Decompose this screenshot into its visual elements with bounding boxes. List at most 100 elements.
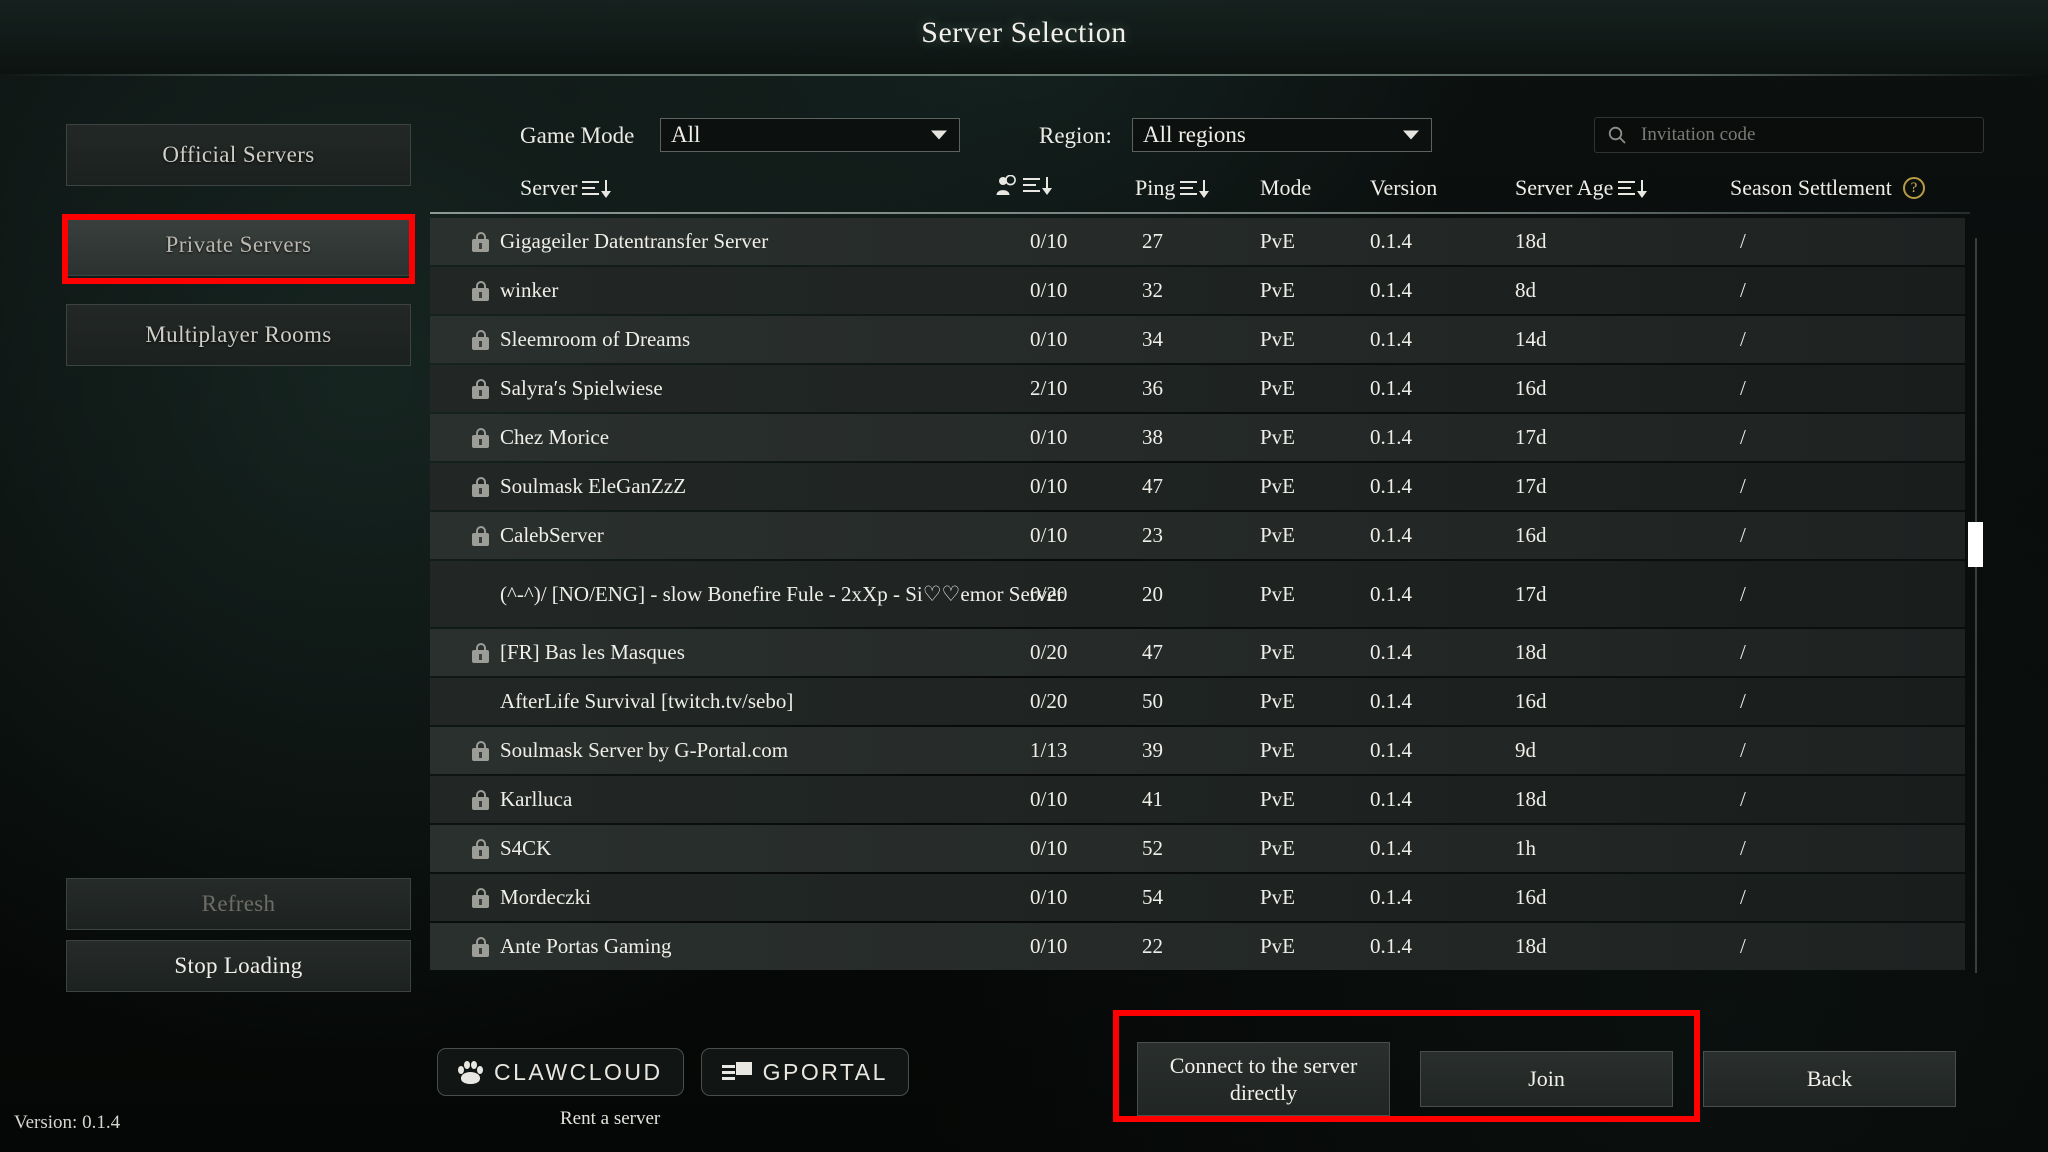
ping-cell: 36 — [1142, 376, 1163, 400]
refresh-button-label: Refresh — [201, 891, 276, 916]
ping-cell: 38 — [1142, 425, 1163, 449]
table-row[interactable]: Salyraʹs Spielwiese 2/10 36 PvE 0.1.4 16d / — [430, 365, 1965, 412]
column-header-server[interactable]: Server — [520, 175, 612, 201]
game-mode-label: Game Mode — [520, 123, 635, 148]
table-row[interactable]: Chez Morice 0/10 38 PvE 0.1.4 17d / — [430, 414, 1965, 461]
ping-cell: 50 — [1142, 689, 1163, 713]
season-cell: / — [1740, 523, 1746, 547]
server-age-cell: 16d — [1515, 376, 1547, 400]
table-row[interactable]: Karlluca 0/10 41 PvE 0.1.4 18d / — [430, 776, 1965, 823]
lock-icon — [472, 280, 489, 301]
season-cell: / — [1740, 376, 1746, 400]
sidebar-item-multiplayer-rooms[interactable]: Multiplayer Rooms — [66, 304, 411, 366]
help-icon[interactable]: ? — [1902, 177, 1925, 199]
server-name-cell: S4CK — [500, 836, 552, 861]
sidebar-item-label: Official Servers — [162, 142, 315, 167]
table-row[interactable]: CalebServer 0/10 23 PvE 0.1.4 16d / — [430, 512, 1965, 559]
version-cell: 0.1.4 — [1370, 376, 1412, 400]
server-age-cell: 18d — [1515, 934, 1547, 958]
server-list-scrollbar-track[interactable] — [1975, 238, 1977, 973]
stop-loading-button[interactable]: Stop Loading — [66, 940, 411, 992]
season-cell: / — [1740, 327, 1746, 351]
mode-cell: PvE — [1260, 787, 1296, 811]
table-row[interactable]: Ante Portas Gaming 0/10 22 PvE 0.1.4 18d / — [430, 923, 1965, 970]
lock-icon — [472, 789, 489, 810]
server-name-cell: Karlluca — [500, 787, 573, 812]
server-age-cell: 8d — [1515, 278, 1536, 302]
table-row[interactable]: (^-^)/ [NO/ENG] - slow Bonefire Fule - 2… — [430, 561, 1965, 627]
ping-cell: 20 — [1142, 581, 1163, 606]
invitation-code-field[interactable]: Invitation code — [1594, 117, 1984, 153]
version-cell: 0.1.4 — [1370, 229, 1412, 253]
table-row[interactable]: winker 0/10 32 PvE 0.1.4 8d / — [430, 267, 1965, 314]
sidebar-item-private-servers[interactable]: Private Servers — [66, 214, 411, 276]
ping-cell: 41 — [1142, 787, 1163, 811]
column-header-season-settlement-label: Season Settlement — [1730, 175, 1892, 200]
server-list: Gigageiler Datentransfer Server 0/10 27 PvE… — [430, 218, 1970, 972]
lock-icon — [472, 427, 489, 448]
sidebar-item-official-servers[interactable]: Official Servers — [66, 124, 411, 186]
mode-cell: PvE — [1260, 689, 1296, 713]
players-cell: 0/20 — [1030, 581, 1068, 606]
mode-cell: PvE — [1260, 885, 1296, 909]
table-row[interactable]: Sleemroom of Dreams 0/10 34 PvE 0.1.4 14d / — [430, 316, 1965, 363]
refresh-button[interactable]: Refresh — [66, 878, 411, 930]
ping-cell: 47 — [1142, 640, 1163, 664]
connect-directly-button[interactable]: Connect to the server directly — [1137, 1042, 1390, 1116]
column-header-players[interactable] — [995, 175, 1052, 196]
game-mode-select[interactable]: All — [660, 118, 960, 152]
lock-icon — [472, 936, 489, 957]
column-header-mode: Mode — [1260, 175, 1311, 201]
server-age-cell: 16d — [1515, 523, 1547, 547]
sponsor-bar: CLAWCLOUD GPORTAL — [437, 1048, 909, 1096]
column-header-mode-label: Mode — [1260, 175, 1312, 200]
version-cell: 0.1.4 — [1370, 425, 1412, 449]
clawcloud-button[interactable]: CLAWCLOUD — [437, 1048, 684, 1096]
search-icon — [1608, 126, 1626, 144]
join-button[interactable]: Join — [1420, 1051, 1673, 1107]
column-header-server-label: Server — [520, 175, 578, 200]
region-label: Region: — [1039, 123, 1112, 148]
server-name-cell: winker — [500, 278, 559, 303]
sidebar: Official Servers Private Servers Multipl… — [66, 124, 411, 394]
column-header-season-settlement: Season Settlement ? — [1730, 175, 1925, 201]
players-cell: 1/13 — [1030, 738, 1068, 762]
mode-cell: PvE — [1260, 581, 1296, 606]
gportal-label: GPORTAL — [762, 1058, 888, 1085]
table-row[interactable]: AfterLife Survival [twitch.tv/sebo] 0/20 5… — [430, 678, 1965, 725]
table-row[interactable]: Soulmask Server by G-Portal.com 1/13 39 PvE… — [430, 727, 1965, 774]
season-cell: / — [1740, 474, 1746, 498]
players-cell: 0/10 — [1030, 229, 1068, 253]
server-name-cell: AfterLife Survival [twitch.tv/sebo] — [500, 689, 794, 714]
column-header-server-age[interactable]: Server Age — [1515, 175, 1648, 201]
server-name-cell: Mordeczki — [500, 885, 591, 910]
players-cell: 0/10 — [1030, 836, 1068, 860]
players-cell: 0/10 — [1030, 474, 1068, 498]
gportal-button[interactable]: GPORTAL — [700, 1048, 909, 1096]
back-button[interactable]: Back — [1703, 1051, 1956, 1107]
server-name-cell: Chez Morice — [500, 425, 610, 450]
region-select[interactable]: All regions — [1132, 118, 1432, 152]
version-cell: 0.1.4 — [1370, 934, 1412, 958]
server-age-cell: 18d — [1515, 229, 1547, 253]
chevron-down-icon — [1403, 130, 1419, 140]
table-row[interactable]: S4CK 0/10 52 PvE 0.1.4 1h / — [430, 825, 1965, 872]
server-name-cell: CalebServer — [500, 523, 604, 548]
mode-cell: PvE — [1260, 738, 1296, 762]
lock-icon — [472, 838, 489, 859]
ping-cell: 22 — [1142, 934, 1163, 958]
players-cell: 0/10 — [1030, 885, 1068, 909]
action-button-bar: Connect to the server directly Join Back — [1137, 1042, 1956, 1116]
ping-cell: 32 — [1142, 278, 1163, 302]
version-cell: 0.1.4 — [1370, 474, 1412, 498]
server-list-scrollbar-thumb[interactable] — [1968, 522, 1983, 567]
players-cell: 0/20 — [1030, 640, 1068, 664]
table-row[interactable]: Gigageiler Datentransfer Server 0/10 27 PvE… — [430, 218, 1965, 265]
mode-cell: PvE — [1260, 376, 1296, 400]
lock-icon — [472, 378, 489, 399]
column-header-ping[interactable]: Ping — [1135, 175, 1210, 201]
lock-icon — [472, 231, 489, 252]
table-row[interactable]: Soulmask EleGanZzZ 0/10 47 PvE 0.1.4 17d / — [430, 463, 1965, 510]
table-row[interactable]: Mordeczki 0/10 54 PvE 0.1.4 16d / — [430, 874, 1965, 921]
table-row[interactable]: [FR] Bas les Masques 0/20 47 PvE 0.1.4 18d / — [430, 629, 1965, 676]
